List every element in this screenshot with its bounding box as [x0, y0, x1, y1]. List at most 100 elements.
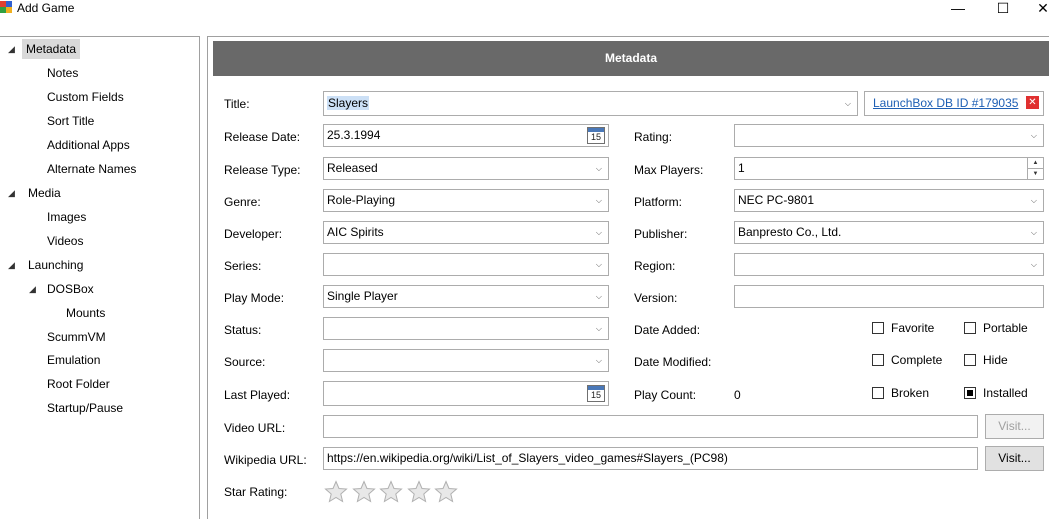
chevron-down-icon[interactable]: ⌵	[596, 158, 602, 179]
wikipedia-url-input[interactable]: https://en.wikipedia.org/wiki/List_of_Sl…	[323, 447, 978, 470]
publisher-label: Publisher:	[634, 227, 688, 241]
tree-item-startup-pause[interactable]: Startup/Pause	[47, 398, 123, 418]
publisher-value: Banpresto Co., Ltd.	[738, 225, 842, 239]
tree-item-sort-title[interactable]: Sort Title	[47, 111, 94, 131]
title-combobox[interactable]: Slayers ⌵	[323, 91, 858, 116]
chevron-down-icon[interactable]: ⌵	[1031, 190, 1037, 211]
tree-item-custom-fields[interactable]: Custom Fields	[47, 87, 124, 107]
star-icon[interactable]	[351, 480, 376, 504]
version-label: Version:	[634, 291, 678, 305]
collapse-metadata-icon[interactable]: ◢	[8, 39, 18, 59]
tree-item-scummvm[interactable]: ScummVM	[47, 327, 106, 347]
wikipedia-url-label: Wikipedia URL:	[224, 453, 307, 467]
collapse-media-icon[interactable]: ◢	[8, 183, 18, 203]
release-date-picker[interactable]: 25.3.1994 15	[323, 124, 609, 147]
developer-combobox[interactable]: AIC Spirits ⌵	[323, 221, 609, 244]
tree-item-videos[interactable]: Videos	[47, 231, 83, 251]
tree-item-dosbox[interactable]: DOSBox	[47, 279, 94, 299]
hide-checkbox[interactable]	[964, 354, 976, 366]
tree-item-images[interactable]: Images	[47, 207, 86, 227]
last-played-picker[interactable]: 15	[323, 381, 609, 406]
release-type-label: Release Type:	[224, 163, 301, 177]
last-played-label: Last Played:	[224, 388, 291, 402]
tree-item-launching[interactable]: Launching	[28, 255, 83, 275]
tree-item-metadata[interactable]: Metadata	[22, 39, 81, 59]
video-url-input[interactable]	[323, 415, 978, 438]
chevron-down-icon[interactable]: ⌵	[845, 92, 851, 115]
portable-checkbox[interactable]	[964, 322, 976, 334]
visit-wiki-button[interactable]: Visit...	[985, 446, 1044, 471]
visit-video-button[interactable]: Visit...	[985, 414, 1044, 439]
release-date-label: Release Date:	[224, 130, 301, 144]
tree-item-mounts[interactable]: Mounts	[66, 303, 105, 323]
chevron-down-icon[interactable]: ⌵	[1031, 254, 1037, 275]
release-date-value: 25.3.1994	[327, 128, 381, 142]
chevron-down-icon[interactable]: ⌵	[596, 286, 602, 307]
tree-item-notes[interactable]: Notes	[47, 63, 78, 83]
close-window-icon[interactable]: ✕	[1037, 0, 1049, 16]
genre-label: Genre:	[224, 195, 261, 209]
video-url-label: Video URL:	[224, 421, 286, 435]
favorite-label: Favorite	[891, 321, 935, 335]
series-combobox[interactable]: ⌵	[323, 253, 609, 276]
tree-item-root-folder[interactable]: Root Folder	[47, 374, 110, 394]
platform-combobox[interactable]: NEC PC-9801 ⌵	[734, 189, 1044, 212]
favorite-checkbox[interactable]	[872, 322, 884, 334]
chevron-down-icon[interactable]: ⌵	[1031, 222, 1037, 243]
complete-checkbox[interactable]	[872, 354, 884, 366]
installed-label: Installed	[983, 386, 1028, 400]
status-label: Status:	[224, 323, 262, 337]
status-combobox[interactable]: ⌵	[323, 317, 609, 340]
maximize-icon[interactable]: ☐	[993, 0, 1013, 16]
chevron-down-icon[interactable]: ⌵	[596, 254, 602, 275]
source-combobox[interactable]: ⌵	[323, 349, 609, 372]
hide-label: Hide	[983, 353, 1008, 367]
remove-link-icon[interactable]: ✕	[1026, 96, 1039, 109]
chevron-down-icon[interactable]: ⌵	[596, 222, 602, 243]
tree-item-alternate-names[interactable]: Alternate Names	[47, 159, 136, 179]
tree-item-emulation[interactable]: Emulation	[47, 350, 100, 370]
collapse-dosbox-icon[interactable]: ◢	[29, 279, 39, 299]
section-header: Metadata	[213, 41, 1049, 76]
date-modified-label: Date Modified:	[634, 355, 712, 369]
star-icon[interactable]	[406, 480, 431, 504]
play-mode-label: Play Mode:	[224, 291, 285, 305]
developer-label: Developer:	[224, 227, 283, 241]
tree-item-media[interactable]: Media	[28, 183, 61, 203]
max-players-stepper[interactable]: 1 ▲ ▼	[734, 157, 1044, 180]
tree-item-additional-apps[interactable]: Additional Apps	[47, 135, 130, 155]
star-rating-label: Star Rating:	[224, 485, 288, 499]
developer-value: AIC Spirits	[327, 225, 384, 239]
chevron-down-icon[interactable]: ⌵	[596, 350, 602, 371]
chevron-down-icon[interactable]: ⌵	[596, 190, 602, 211]
broken-checkbox[interactable]	[872, 387, 884, 399]
region-combobox[interactable]: ⌵	[734, 253, 1044, 276]
max-players-value: 1	[738, 161, 745, 175]
launchbox-db-link[interactable]: LaunchBox DB ID #179035	[873, 96, 1018, 110]
minimize-icon[interactable]: —	[948, 0, 968, 16]
chevron-down-icon[interactable]: ⌵	[596, 318, 602, 339]
region-label: Region:	[634, 259, 676, 273]
publisher-combobox[interactable]: Banpresto Co., Ltd. ⌵	[734, 221, 1044, 244]
calendar-icon[interactable]: 15	[587, 385, 605, 402]
spin-up-icon[interactable]: ▲	[1028, 158, 1043, 169]
portable-label: Portable	[983, 321, 1028, 335]
source-label: Source:	[224, 355, 266, 369]
chevron-down-icon[interactable]: ⌵	[1031, 125, 1037, 146]
play-mode-combobox[interactable]: Single Player ⌵	[323, 285, 609, 308]
star-icon[interactable]	[379, 480, 403, 504]
platform-label: Platform:	[634, 195, 683, 209]
installed-checkbox[interactable]	[964, 387, 976, 399]
release-type-value: Released	[327, 161, 378, 175]
version-input[interactable]	[734, 285, 1044, 308]
star-icon[interactable]	[434, 480, 458, 504]
spinner[interactable]: ▲ ▼	[1027, 158, 1043, 179]
calendar-icon[interactable]: 15	[587, 127, 605, 144]
genre-combobox[interactable]: Role-Playing ⌵	[323, 189, 609, 212]
release-type-dropdown[interactable]: Released ⌵	[323, 157, 609, 180]
spin-down-icon[interactable]: ▼	[1028, 169, 1043, 179]
star-icon[interactable]	[324, 480, 348, 504]
collapse-launching-icon[interactable]: ◢	[8, 255, 18, 275]
title-bar: Add Game — ☐ ✕	[0, 0, 1049, 22]
rating-dropdown[interactable]: ⌵	[734, 124, 1044, 147]
